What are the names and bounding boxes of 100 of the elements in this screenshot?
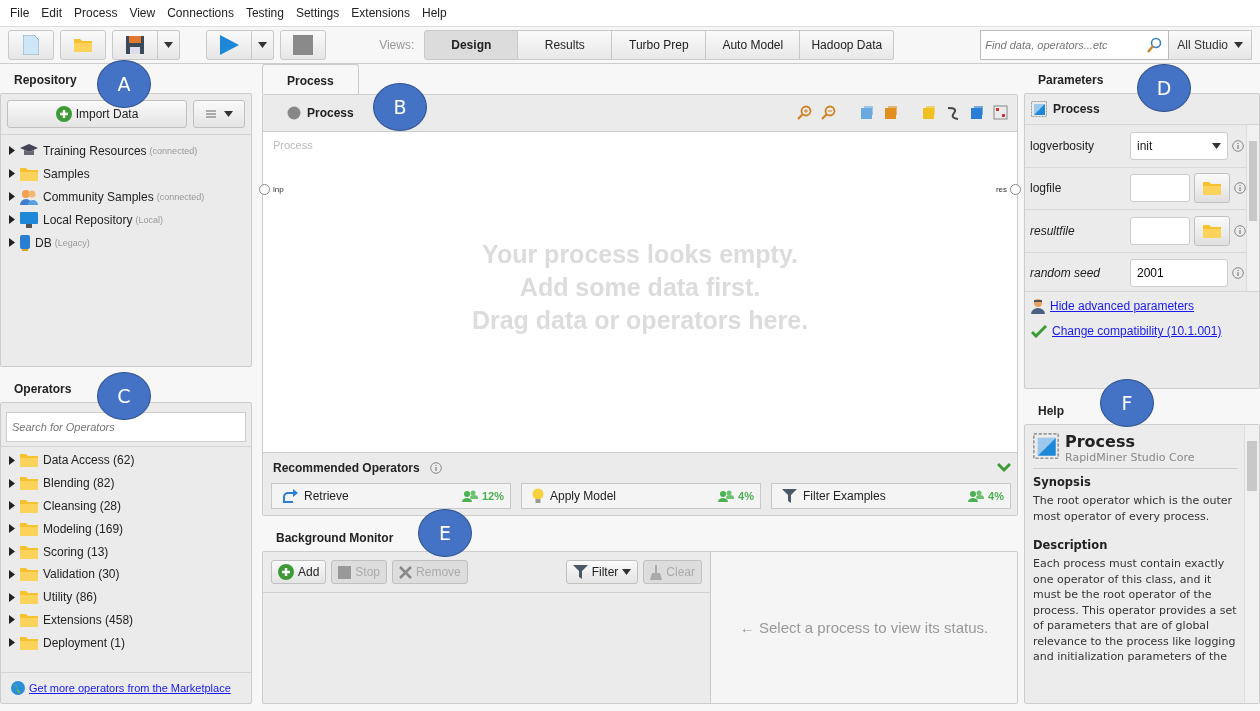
dropdown[interactable]: init	[1130, 131, 1228, 160]
menu-icon	[205, 110, 216, 118]
link[interactable]: Change compatibility (10.1.001)	[1052, 324, 1222, 338]
tree-item[interactable]: Extensions (458)	[43, 612, 134, 627]
copy-icon[interactable]	[859, 105, 875, 121]
caret-icon	[1212, 142, 1221, 149]
expand-arrow-icon[interactable]	[9, 569, 15, 579]
process-tab[interactable]: Process	[262, 64, 359, 94]
view-tab[interactable]: Hadoop Data	[800, 30, 895, 60]
stop-button[interactable]	[280, 30, 326, 60]
plus-icon	[55, 106, 72, 122]
tree-item[interactable]: DB	[35, 235, 52, 250]
expand-arrow-icon[interactable]	[9, 192, 15, 201]
zoom-out-icon[interactable]	[821, 105, 837, 121]
menu-item[interactable]: Edit	[41, 6, 63, 22]
menu-item[interactable]: Process	[74, 6, 118, 22]
search-field[interactable]: Search for Operators	[6, 412, 246, 442]
marketplace-link[interactable]: Get more operators from the Marketplace	[29, 681, 231, 695]
tree-item[interactable]: Modeling (169)	[43, 521, 124, 536]
paste-icon[interactable]	[883, 105, 899, 121]
expand-arrow-icon[interactable]	[9, 524, 15, 534]
folder-icon	[74, 38, 92, 52]
save-menu-button[interactable]	[158, 30, 180, 60]
operator-name: Process	[1053, 102, 1100, 116]
callout-marker: D	[1137, 64, 1191, 112]
view-tab[interactable]: Design	[424, 30, 519, 60]
menu-item[interactable]: Help	[422, 6, 447, 22]
operator-card[interactable]: Apply Model 4%	[521, 483, 761, 509]
folder-icon	[20, 521, 38, 536]
person-icon	[1031, 298, 1045, 314]
expand-arrow-icon[interactable]	[9, 146, 15, 155]
folder-icon	[20, 567, 38, 582]
breadcrumb[interactable]: Process	[307, 106, 354, 120]
filter-icon	[572, 565, 588, 579]
operator-card[interactable]: Filter Examples 4%	[771, 483, 1011, 509]
folder-icon	[20, 544, 38, 559]
tree-item[interactable]: Deployment (1)	[43, 635, 126, 650]
expand-arrow-icon[interactable]	[9, 215, 15, 224]
input-field[interactable]	[1130, 216, 1190, 245]
view-tab[interactable]: Results	[518, 30, 613, 60]
expand-arrow-icon[interactable]	[9, 547, 15, 557]
save-icon	[126, 36, 144, 54]
tree-item[interactable]: Scoring (13)	[43, 544, 109, 559]
menu-item[interactable]: View	[129, 6, 156, 22]
menu-item[interactable]: Extensions	[351, 6, 410, 22]
save-button[interactable]	[112, 30, 158, 60]
scrollbar[interactable]	[1246, 125, 1259, 291]
expand-arrow-icon[interactable]	[9, 615, 15, 625]
section-title: Recommended Operators	[273, 461, 420, 475]
repository-status: (connected)	[149, 145, 198, 156]
menu-button[interactable]	[193, 100, 245, 128]
view-tab[interactable]: Turbo Prep	[612, 30, 707, 60]
toolbar-button[interactable]: Add	[271, 560, 327, 584]
menu-item[interactable]: Connections	[167, 6, 234, 22]
input-field[interactable]: 2001	[1130, 259, 1228, 288]
input-field[interactable]	[1130, 174, 1190, 203]
output-port[interactable]	[1010, 184, 1021, 195]
layers-icon[interactable]	[969, 105, 985, 121]
panel-title: Background Monitor	[275, 530, 395, 547]
import-data-button[interactable]: Import Data	[7, 100, 187, 128]
input-port[interactable]	[259, 184, 270, 195]
run-menu-button[interactable]	[252, 30, 274, 60]
views-label: Views:	[379, 38, 415, 52]
expand-arrow-icon[interactable]	[9, 478, 15, 488]
tree-item[interactable]: Blending (82)	[43, 476, 115, 491]
tree-item[interactable]: Cleansing (28)	[43, 499, 122, 513]
link[interactable]: Hide advanced parameters	[1050, 299, 1195, 313]
people-icon	[20, 188, 38, 205]
tree-item[interactable]: Training Resources	[43, 143, 147, 158]
callout-marker: C	[97, 372, 151, 420]
run-button[interactable]	[206, 30, 252, 60]
view-tab[interactable]: Auto Model	[706, 30, 801, 60]
process-icon	[1033, 433, 1059, 459]
folder-icon	[20, 612, 38, 627]
caret-icon	[1234, 42, 1243, 48]
expand-arrow-icon[interactable]	[9, 592, 15, 602]
menu-item[interactable]: Settings	[295, 6, 340, 22]
operator-card[interactable]: Retrieve 12%	[271, 483, 511, 509]
expand-arrow-icon[interactable]	[9, 238, 15, 247]
tree-item[interactable]: Utility (86)	[43, 590, 97, 605]
menu-item[interactable]: File	[10, 6, 30, 22]
menu-item[interactable]: Testing	[245, 6, 284, 22]
scope-dropdown[interactable]: All Studio	[1169, 30, 1252, 60]
tree-item[interactable]: Samples	[43, 166, 90, 181]
stop-icon	[293, 35, 313, 55]
caret-icon	[223, 111, 233, 117]
chevron-icon[interactable]	[997, 463, 1011, 473]
zoom-in-icon[interactable]	[797, 105, 813, 121]
tree-item[interactable]: Data Access (62)	[43, 453, 135, 468]
tree-item[interactable]: Local Repository	[43, 212, 133, 227]
expand-arrow-icon[interactable]	[9, 638, 15, 648]
info-icon	[1234, 182, 1246, 195]
scrollbar[interactable]	[1244, 425, 1259, 703]
expand-arrow-icon[interactable]	[9, 455, 15, 465]
info-icon	[429, 462, 442, 474]
expand-arrow-icon[interactable]	[9, 501, 15, 511]
tree-item[interactable]: Community Samples	[43, 189, 154, 204]
toolbar-button[interactable]: Filter	[565, 560, 639, 584]
expand-arrow-icon[interactable]	[9, 169, 15, 178]
tree-item[interactable]: Validation (30)	[43, 567, 120, 582]
